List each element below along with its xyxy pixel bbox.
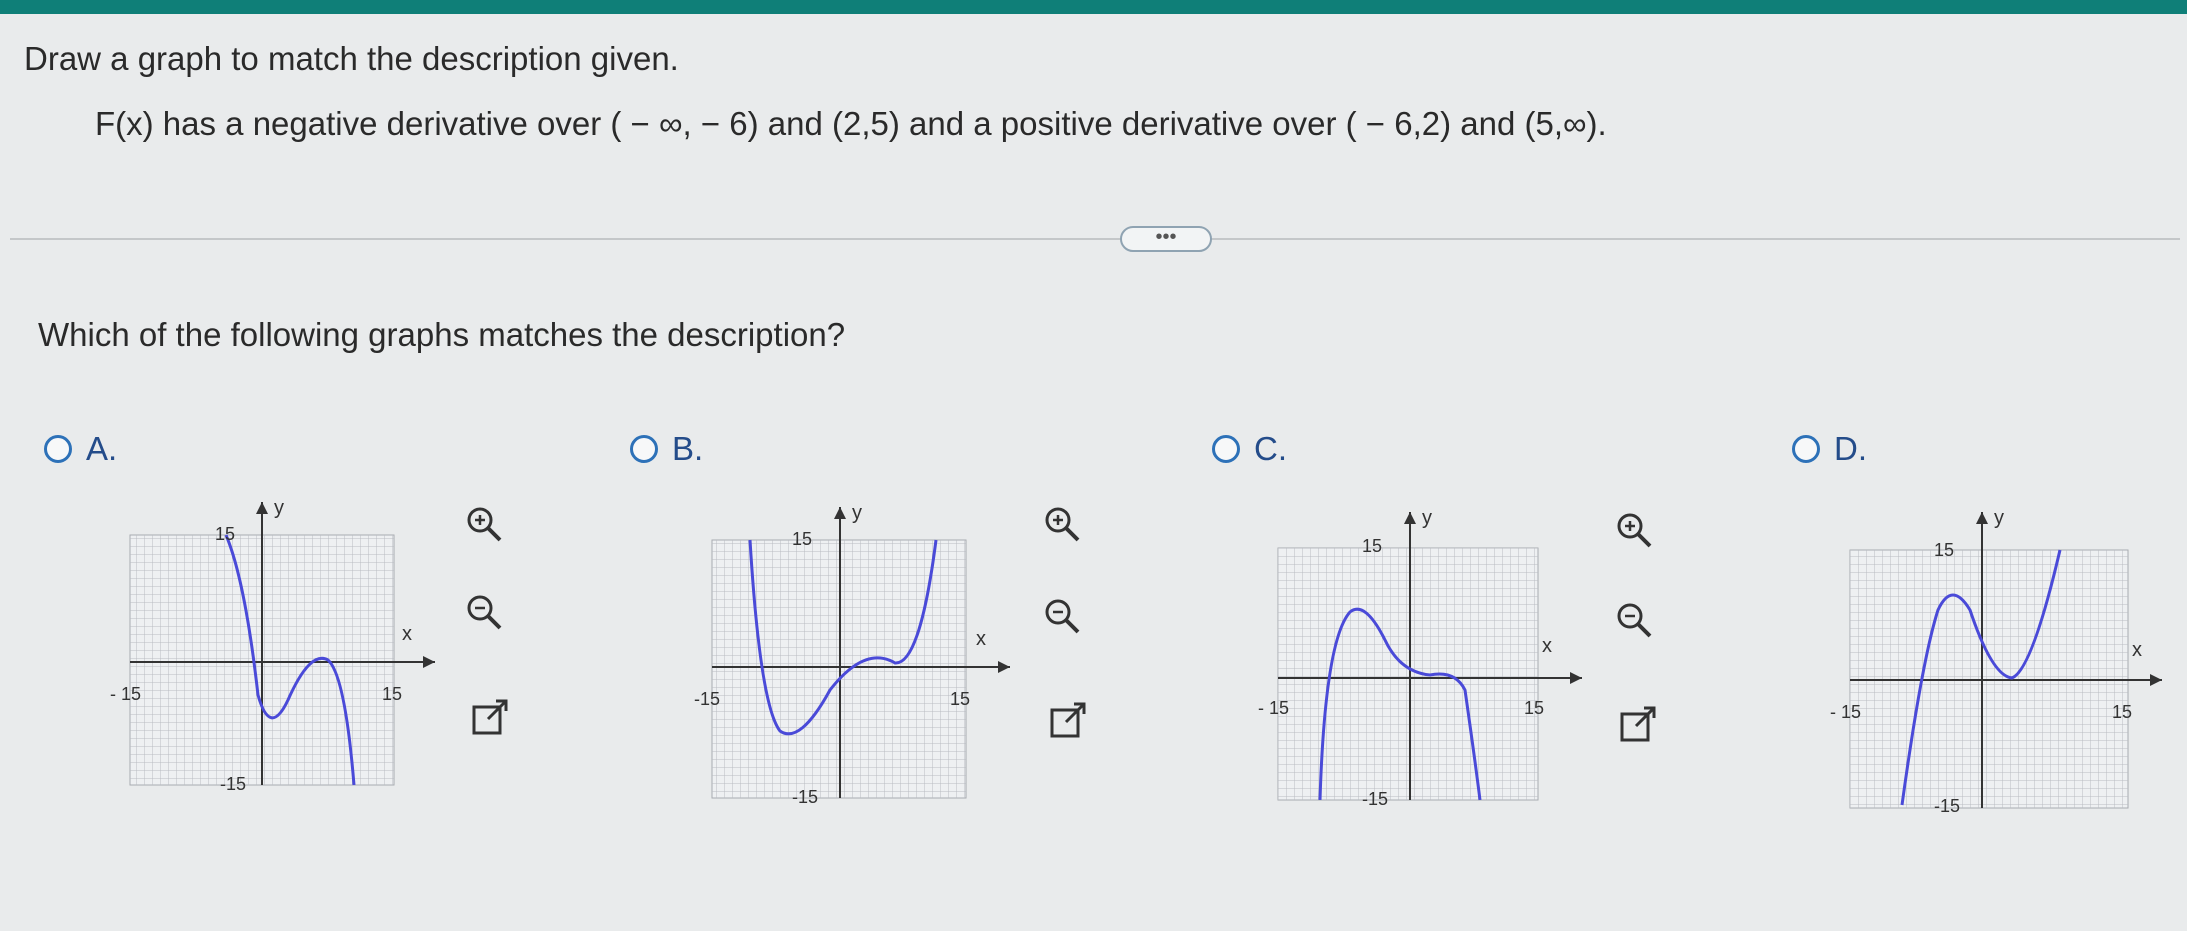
graph-c-xmax-label: 15 <box>1524 698 1544 718</box>
graph-b: y x 15 -15 15 -15 <box>694 495 1030 820</box>
graph-b-xmin-label: -15 <box>694 689 720 709</box>
graph-c-svg: y x 15 - 15 15 -15 <box>1258 507 1582 809</box>
graph-a-xmax-label: 15 <box>382 684 402 704</box>
graph-b-popout-icon[interactable] <box>1046 698 1090 742</box>
graph-c-ymax-label: 15 <box>1362 536 1382 556</box>
graph-a-zoom-out-icon[interactable] <box>462 590 506 634</box>
option-d-label: D. <box>1834 430 1867 467</box>
graph-b-zoom-out-icon[interactable] <box>1040 594 1084 638</box>
graph-d-x-label: x <box>2132 639 2142 661</box>
graph-d-ymax-label: 15 <box>1934 540 1954 560</box>
graph-a-y-label: y <box>274 497 284 519</box>
graph-c-zoom-in-icon[interactable] <box>1612 508 1656 552</box>
option-d[interactable]: D. <box>1792 430 1867 468</box>
graph-c-zoom-out-icon[interactable] <box>1612 598 1656 642</box>
graph-d-xmax-label: 15 <box>2112 702 2132 722</box>
graph-a-ymin-label: -15 <box>220 774 246 794</box>
graph-b-svg: y x 15 -15 15 -15 <box>694 502 1010 807</box>
option-b-radio[interactable] <box>630 435 658 463</box>
prompt-text: Draw a graph to match the description gi… <box>24 40 679 77</box>
graph-b-ymax-label: 15 <box>792 529 812 549</box>
question-text: Which of the following graphs matches th… <box>38 316 846 353</box>
graph-b-y-label: y <box>852 502 862 524</box>
option-b-label: B. <box>672 430 704 467</box>
description-text: F(x) has a negative derivative over ( − … <box>95 105 1607 142</box>
option-c-label: C. <box>1254 430 1287 467</box>
graph-d-svg: y x 15 - 15 15 -15 <box>1830 507 2162 816</box>
graph-a-xmin-label: - 15 <box>110 684 141 704</box>
graph-a-zoom-in-icon[interactable] <box>462 502 506 546</box>
option-d-radio[interactable] <box>1792 435 1820 463</box>
graph-b-xmax-label: 15 <box>950 689 970 709</box>
graph-a-svg: y x 15 - 15 15 -15 <box>110 497 435 794</box>
option-a[interactable]: A. <box>44 430 117 468</box>
graph-d: y x 15 - 15 15 -15 <box>1830 500 2172 825</box>
graph-a-popout-icon[interactable] <box>468 695 512 739</box>
option-c[interactable]: C. <box>1212 430 1287 468</box>
graph-b-ymin-label: -15 <box>792 787 818 807</box>
graph-c-ymin-label: -15 <box>1362 789 1388 809</box>
option-a-radio[interactable] <box>44 435 72 463</box>
graph-a-x-label: x <box>402 623 412 645</box>
option-c-radio[interactable] <box>1212 435 1240 463</box>
option-a-label: A. <box>86 430 118 467</box>
graph-d-ymin-label: -15 <box>1934 796 1960 816</box>
graph-b-zoom-in-icon[interactable] <box>1040 502 1084 546</box>
graph-a-ymax-label: 15 <box>215 524 235 544</box>
graph-d-xmin-label: - 15 <box>1830 702 1861 722</box>
graph-d-y-label: y <box>1994 507 2004 529</box>
more-button[interactable]: ••• <box>1120 226 1212 252</box>
graph-b-x-label: x <box>976 628 986 650</box>
graph-c-popout-icon[interactable] <box>1616 702 1660 746</box>
graph-c-y-label: y <box>1422 507 1432 529</box>
option-b[interactable]: B. <box>630 430 703 468</box>
divider <box>10 238 2180 240</box>
graph-c-x-label: x <box>1542 635 1552 657</box>
graph-a: y x 15 - 15 15 -15 <box>110 490 450 815</box>
top-bar <box>0 0 2187 14</box>
graph-c: y x 15 - 15 15 -15 <box>1258 500 1600 825</box>
graph-c-xmin-label: - 15 <box>1258 698 1289 718</box>
